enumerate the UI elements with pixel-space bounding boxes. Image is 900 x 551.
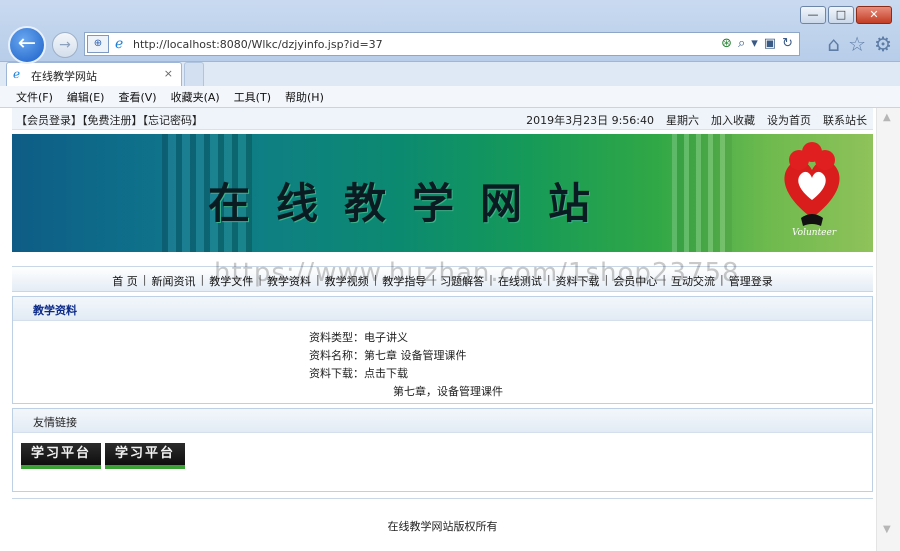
nav-teaching-files[interactable]: 教学文件 <box>209 273 253 289</box>
menu-favorites[interactable]: 收藏夹(A) <box>171 89 220 105</box>
current-weekday: 星期六 <box>666 114 699 127</box>
friend-links-heading: 友情链接 <box>33 416 77 429</box>
menu-view[interactable]: 查看(V) <box>118 89 156 105</box>
home-icon[interactable]: ⌂ <box>827 32 840 56</box>
refresh-icon[interactable]: ↻ <box>782 36 793 51</box>
main-nav: 首 页 | 新闻资讯 | 教学文件 | 教学资料 | 教学视频 | 教学指导 | 习题解答 |… <box>12 266 873 292</box>
contact-admin-link[interactable]: 联系站长 <box>823 112 867 128</box>
site-topbar: 【会员登录】【免费注册】【忘记密码】 2019年3月23日 9:56:40 星期… <box>12 108 873 130</box>
nav-news[interactable]: 新闻资讯 <box>152 273 196 289</box>
friend-links-panel: 友情链接 学习平台 学习平台 <box>12 408 873 492</box>
material-type-row: 资料类型：电子讲义 <box>309 329 503 347</box>
tab-title: 在线教学网站 <box>31 70 97 83</box>
menu-bar: 文件(F) 编辑(E) 查看(V) 收藏夹(A) 工具(T) 帮助(H) <box>0 86 900 108</box>
minimize-button[interactable]: — <box>800 6 826 24</box>
browser-tab[interactable]: ℯ 在线教学网站 × <box>6 62 182 86</box>
vertical-scrollbar[interactable]: ▲ ▼ <box>876 108 900 551</box>
compatibility-icon[interactable]: ⊛ <box>721 36 732 51</box>
current-datetime: 2019年3月23日 9:56:40 <box>526 114 654 127</box>
shield-icon[interactable]: ⊕ <box>87 35 109 53</box>
material-panel: 教学资料 资料类型：电子讲义 资料名称：第七章 设备管理课件 资料下载：点击下载… <box>12 296 873 404</box>
settings-gear-icon[interactable]: ⚙ <box>874 32 892 56</box>
nav-interaction[interactable]: 互动交流 <box>671 273 715 289</box>
nav-online-test[interactable]: 在线测试 <box>498 273 542 289</box>
search-icon[interactable]: ⌕ <box>738 36 745 51</box>
dropdown-icon[interactable]: ▾ <box>751 36 758 51</box>
back-button[interactable]: ← <box>8 26 46 64</box>
material-heading: 教学资料 <box>33 304 77 317</box>
scroll-up-icon[interactable]: ▲ <box>883 112 891 123</box>
friend-links-header: 友情链接 <box>13 409 872 433</box>
close-window-button[interactable]: ✕ <box>856 6 892 24</box>
material-download-row: 资料下载：点击下载 <box>309 365 503 383</box>
toolbar-icons: ⌂ ☆ ⚙ <box>827 32 892 56</box>
nav-teaching-videos[interactable]: 教学视频 <box>325 273 369 289</box>
nav-member-center[interactable]: 会员中心 <box>613 273 657 289</box>
topbar-right: 2019年3月23日 9:56:40 星期六 加入收藏 设为首页 联系站长 <box>526 112 867 128</box>
nav-downloads[interactable]: 资料下载 <box>556 273 600 289</box>
menu-tools[interactable]: 工具(T) <box>234 89 271 105</box>
address-bar-actions: ⊛ ⌕ ▾ ▣ ↻ <box>721 36 793 51</box>
browser-titlebar: — □ ✕ ← → ⊕ ℯ http://localhost:8080/Wlkc… <box>0 0 900 64</box>
forward-button[interactable]: → <box>52 32 78 58</box>
tab-close-icon[interactable]: × <box>164 67 173 80</box>
material-download-label: 资料下载： <box>309 367 364 380</box>
favorites-star-icon[interactable]: ☆ <box>848 32 866 56</box>
material-description: 第七章，设备管理课件 <box>393 385 503 398</box>
address-url[interactable]: http://localhost:8080/Wlkc/dzjyinfo.jsp?… <box>133 38 383 51</box>
compat-view-icon[interactable]: ▣ <box>764 36 776 51</box>
window-controls: — □ ✕ <box>800 6 892 24</box>
site-banner: 在线教学网站 Volunteer <box>12 134 873 252</box>
material-name-row: 资料名称：第七章 设备管理课件 <box>309 347 503 365</box>
scroll-down-icon[interactable]: ▼ <box>883 524 891 535</box>
banner-title: 在线教学网站 <box>208 179 617 228</box>
material-panel-header: 教学资料 <box>13 297 872 321</box>
nav-teaching-guidance[interactable]: 教学指导 <box>382 273 426 289</box>
ie-page-icon: ℯ <box>115 36 124 52</box>
menu-file[interactable]: 文件(F) <box>16 89 53 105</box>
ie-tab-icon: ℯ <box>13 67 21 81</box>
add-favorite-link[interactable]: 加入收藏 <box>711 112 755 128</box>
menu-help[interactable]: 帮助(H) <box>285 89 324 105</box>
footer-copyright: 在线教学网站版权所有 <box>387 520 498 533</box>
material-type-label: 资料类型： <box>309 331 364 344</box>
material-details: 资料类型：电子讲义 资料名称：第七章 设备管理课件 资料下载：点击下载 第七章，… <box>309 329 503 401</box>
address-bar[interactable]: ⊕ ℯ http://localhost:8080/Wlkc/dzjyinfo.… <box>84 32 800 56</box>
friend-link-learning-platform-2[interactable]: 学习平台 <box>105 443 185 469</box>
nav-admin-login[interactable]: 管理登录 <box>729 273 773 289</box>
footer-divider <box>12 498 873 499</box>
banner-stripes-right <box>672 134 732 252</box>
material-name-value: 第七章 设备管理课件 <box>364 349 467 362</box>
new-tab-button[interactable] <box>184 62 204 86</box>
nav-home[interactable]: 首 页 <box>112 273 138 289</box>
download-link[interactable]: 点击下载 <box>364 367 408 380</box>
nav-teaching-materials[interactable]: 教学资料 <box>267 273 311 289</box>
menu-edit[interactable]: 编辑(E) <box>67 89 105 105</box>
friend-link-learning-platform-1[interactable]: 学习平台 <box>21 443 101 469</box>
nav-exercise-answers[interactable]: 习题解答 <box>440 273 484 289</box>
account-links[interactable]: 【会员登录】【免费注册】【忘记密码】 <box>16 112 203 128</box>
set-homepage-link[interactable]: 设为首页 <box>767 112 811 128</box>
logo-text: Volunteer <box>792 228 837 238</box>
material-type-value: 电子讲义 <box>364 331 408 344</box>
maximize-button[interactable]: □ <box>828 6 854 24</box>
web-page: 【会员登录】【免费注册】【忘记密码】 2019年3月23日 9:56:40 星期… <box>0 108 900 551</box>
material-name-label: 资料名称： <box>309 349 364 362</box>
